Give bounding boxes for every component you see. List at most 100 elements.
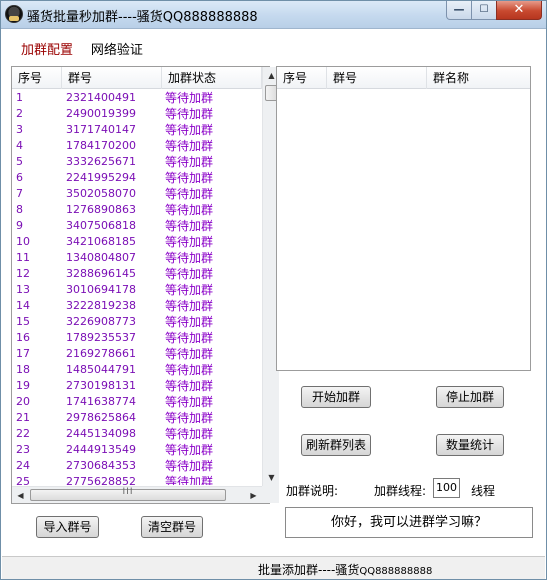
row-index: 12 (16, 267, 30, 280)
row-join-status: 等待加群 (165, 411, 214, 425)
thread-count-input[interactable]: 100 (433, 478, 460, 498)
stop-join-button[interactable]: 停止加群 (436, 386, 504, 408)
table-row[interactable]: 16 1789235537 等待加群 (12, 330, 262, 346)
table-row[interactable]: 15 3226908773 等待加群 (12, 314, 262, 330)
row-join-status: 等待加群 (165, 235, 214, 249)
scrollbar-corner (262, 486, 279, 503)
table-row[interactable]: 1 2321400491 等待加群 (12, 90, 262, 106)
row-join-status: 等待加群 (165, 459, 214, 473)
row-group-number: 1340804807 (66, 251, 136, 264)
table-row[interactable]: 19 2730198131 等待加群 (12, 378, 262, 394)
row-index: 21 (16, 411, 30, 424)
app-icon[interactable] (5, 5, 23, 23)
maximize-icon: ☐ (479, 4, 489, 15)
row-group-number: 3407506818 (66, 219, 136, 232)
scroll-down-icon[interactable]: ▼ (263, 469, 280, 486)
table-row[interactable]: 22 2445134098 等待加群 (12, 426, 262, 442)
table-row[interactable]: 13 3010694178 等待加群 (12, 282, 262, 298)
group-number-list[interactable]: 序号 群号 加群状态 1 2321400491 等待加群 2 2490019399 等待加… (11, 66, 279, 504)
row-group-number: 3421068185 (66, 235, 136, 248)
row-index: 6 (16, 171, 23, 184)
join-description-label: 加群说明: (286, 484, 339, 498)
row-index: 1 (16, 91, 23, 104)
table-row[interactable]: 25 2775628852 等待加群 (12, 474, 262, 485)
count-stats-button[interactable]: 数量统计 (436, 434, 504, 456)
joined-group-list[interactable]: 序号 群号 群名称 (276, 66, 531, 371)
row-index: 13 (16, 283, 30, 296)
row-group-number: 3226908773 (66, 315, 136, 328)
row-group-number: 2730684353 (66, 459, 136, 472)
status-text-main: 批量添加群----骚货 (258, 563, 360, 577)
minimize-button[interactable]: — (446, 1, 472, 20)
import-group-numbers-button[interactable]: 导入群号 (36, 516, 99, 538)
row-join-status: 等待加群 (165, 379, 214, 393)
column-header-index[interactable]: 序号 (12, 67, 62, 89)
row-group-number: 2444913549 (66, 443, 136, 456)
row-join-status: 等待加群 (165, 107, 214, 121)
table-row[interactable]: 4 1784170200 等待加群 (12, 138, 262, 154)
table-row[interactable]: 2 2490019399 等待加群 (12, 106, 262, 122)
row-join-status: 等待加群 (165, 331, 214, 345)
row-join-status: 等待加群 (165, 251, 214, 265)
row-group-number: 2241995294 (66, 171, 136, 184)
table-row[interactable]: 20 1741638774 等待加群 (12, 394, 262, 410)
row-join-status: 等待加群 (165, 283, 214, 297)
status-text: 批量添加群----骚货QQ888888888 (258, 561, 432, 578)
table-row[interactable]: 14 3222819238 等待加群 (12, 298, 262, 314)
table-row[interactable]: 10 3421068185 等待加群 (12, 234, 262, 250)
column-header-index[interactable]: 序号 (277, 67, 327, 89)
clear-group-numbers-button[interactable]: 清空群号 (141, 516, 203, 538)
row-group-number: 3502058070 (66, 187, 136, 200)
table-row[interactable]: 11 1340804807 等待加群 (12, 250, 262, 266)
table-row[interactable]: 3 3171740147 等待加群 (12, 122, 262, 138)
table-row[interactable]: 24 2730684353 等待加群 (12, 458, 262, 474)
row-index: 25 (16, 475, 30, 485)
horizontal-scroll-thumb[interactable]: III (30, 487, 226, 501)
row-group-number: 2169278661 (66, 347, 136, 360)
thread-count-label: 加群线程: (374, 484, 427, 498)
row-group-number: 2978625864 (66, 411, 136, 424)
row-index: 18 (16, 363, 30, 376)
row-join-status: 等待加群 (165, 155, 214, 169)
row-group-number: 3288696145 (66, 267, 136, 280)
table-row[interactable]: 18 1485044791 等待加群 (12, 362, 262, 378)
column-header-group-number[interactable]: 群号 (327, 67, 427, 89)
table-row[interactable]: 9 3407506818 等待加群 (12, 218, 262, 234)
row-join-status: 等待加群 (165, 123, 214, 137)
scroll-grip-icon: III (122, 487, 134, 497)
table-row[interactable]: 12 3288696145 等待加群 (12, 266, 262, 282)
table-row[interactable]: 7 3502058070 等待加群 (12, 186, 262, 202)
status-bar: 批量添加群----骚货QQ888888888 (2, 556, 545, 579)
joined-list-header: 序号 群号 群名称 (277, 67, 530, 89)
tab-network-verify[interactable]: 网络验证 (91, 39, 143, 58)
refresh-group-list-button[interactable]: 刷新群列表 (301, 434, 371, 456)
row-join-status: 等待加群 (165, 315, 214, 329)
column-header-group-number[interactable]: 群号 (62, 67, 162, 89)
row-join-status: 等待加群 (165, 427, 214, 441)
row-index: 15 (16, 315, 30, 328)
title-bar[interactable]: 骚货批量秒加群----骚货QQ888888888 — ☐ ✕ (1, 1, 546, 29)
table-row[interactable]: 6 2241995294 等待加群 (12, 170, 262, 186)
table-row[interactable]: 8 1276890863 等待加群 (12, 202, 262, 218)
scroll-right-icon[interactable]: ▶ (245, 487, 262, 504)
column-header-group-name[interactable]: 群名称 (427, 67, 531, 89)
close-button[interactable]: ✕ (496, 1, 542, 20)
row-index: 17 (16, 347, 30, 360)
start-join-button[interactable]: 开始加群 (301, 386, 371, 408)
table-row[interactable]: 21 2978625864 等待加群 (12, 410, 262, 426)
join-message-input[interactable]: 你好，我可以进群学习嘛？ (285, 507, 533, 538)
table-row[interactable]: 5 3332625671 等待加群 (12, 154, 262, 170)
group-list-header: 序号 群号 加群状态 (12, 67, 269, 89)
horizontal-scrollbar[interactable]: ◀ III ▶ (12, 486, 262, 503)
row-group-number: 3222819238 (66, 299, 136, 312)
column-header-join-status[interactable]: 加群状态 (162, 67, 262, 89)
row-index: 3 (16, 123, 23, 136)
row-index: 14 (16, 299, 30, 312)
table-row[interactable]: 23 2444913549 等待加群 (12, 442, 262, 458)
row-group-number: 1741638774 (66, 395, 136, 408)
tab-group-config[interactable]: 加群配置 (21, 39, 73, 58)
row-join-status: 等待加群 (165, 203, 214, 217)
scroll-left-icon[interactable]: ◀ (12, 487, 29, 504)
maximize-button[interactable]: ☐ (471, 1, 497, 20)
table-row[interactable]: 17 2169278661 等待加群 (12, 346, 262, 362)
